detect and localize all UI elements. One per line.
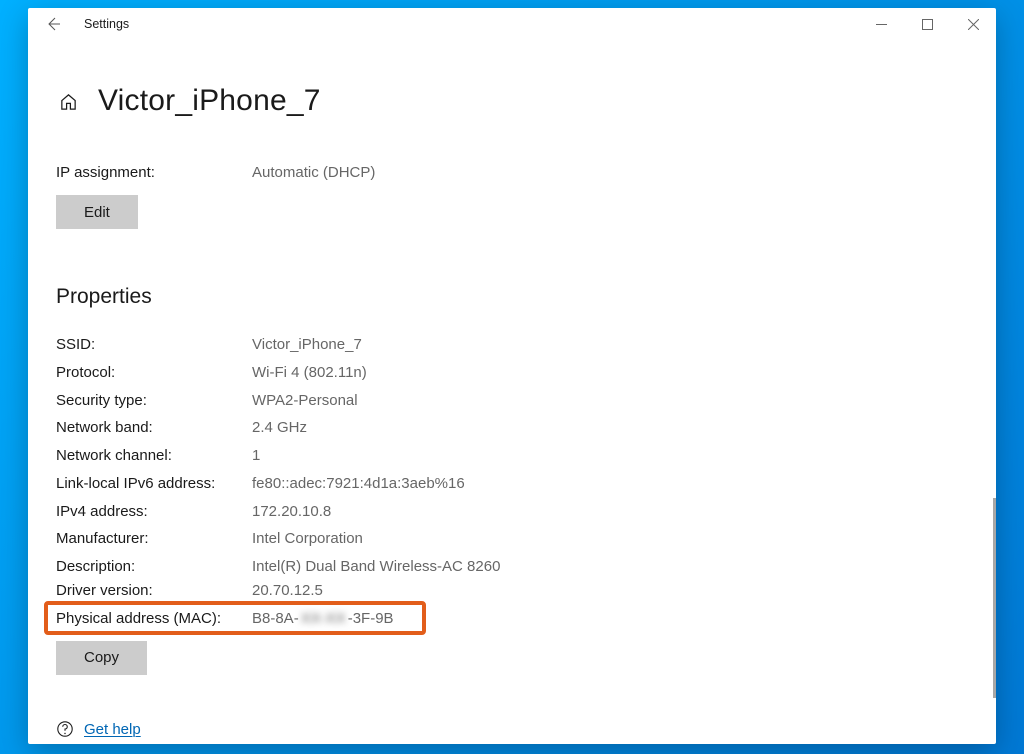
minimize-icon (876, 19, 887, 30)
back-button[interactable] (42, 13, 64, 35)
property-row: Security type:WPA2-Personal (56, 387, 968, 415)
page-title: Victor_iPhone_7 (98, 84, 321, 118)
close-button[interactable] (950, 8, 996, 40)
property-value: Intel(R) Dual Band Wireless-AC 8260 (252, 553, 500, 581)
scrollbar[interactable] (993, 498, 996, 698)
property-value: 1 (252, 442, 260, 470)
property-value: WPA2-Personal (252, 387, 358, 415)
copy-container: Copy (56, 641, 968, 675)
ip-assignment-row: IP assignment: Automatic (DHCP) (56, 164, 968, 181)
property-row: Protocol:Wi-Fi 4 (802.11n) (56, 359, 968, 387)
mac-address-row: Physical address (MAC): B8-8A-XX-XX-3F-9… (56, 605, 968, 633)
window-controls (858, 8, 996, 40)
property-label: Description: (56, 553, 252, 581)
property-row: Driver version:20.70.12.5 (56, 581, 968, 605)
property-row: Link-local IPv6 address:fe80::adec:7921:… (56, 470, 968, 498)
property-row: Network channel:1 (56, 442, 968, 470)
help-text: Get help (84, 721, 141, 738)
help-icon (56, 720, 74, 738)
edit-button[interactable]: Edit (56, 195, 138, 229)
property-label: Link-local IPv6 address: (56, 470, 252, 498)
close-icon (968, 19, 979, 30)
property-row: Description:Intel(R) Dual Band Wireless-… (56, 553, 968, 581)
property-row: Network band:2.4 GHz (56, 414, 968, 442)
property-value: Intel Corporation (252, 525, 363, 553)
get-help-link[interactable]: Get help (56, 720, 141, 738)
properties-list: SSID:Victor_iPhone_7 Protocol:Wi-Fi 4 (8… (56, 331, 968, 633)
property-label: Driver version: (56, 581, 252, 601)
copy-button[interactable]: Copy (56, 641, 147, 675)
maximize-button[interactable] (904, 8, 950, 40)
settings-window: Settings Victor_iPhone_7 IP assignment: … (28, 8, 996, 744)
home-icon[interactable] (58, 91, 78, 111)
ip-assignment-value: Automatic (DHCP) (252, 164, 375, 181)
maximize-icon (922, 19, 933, 30)
window-title: Settings (84, 17, 129, 31)
property-label: Manufacturer: (56, 525, 252, 553)
titlebar: Settings (28, 8, 996, 40)
property-label: IPv4 address: (56, 498, 252, 526)
property-value: Wi-Fi 4 (802.11n) (252, 359, 367, 387)
property-row: Manufacturer:Intel Corporation (56, 525, 968, 553)
ip-assignment-label: IP assignment: (56, 164, 252, 181)
property-row: IPv4 address:172.20.10.8 (56, 498, 968, 526)
property-row: SSID:Victor_iPhone_7 (56, 331, 968, 359)
mac-value: B8-8A-XX-XX-3F-9B (252, 605, 394, 633)
properties-heading: Properties (56, 285, 968, 309)
property-value: 172.20.10.8 (252, 498, 331, 526)
minimize-button[interactable] (858, 8, 904, 40)
mac-label: Physical address (MAC): (56, 605, 252, 633)
property-value: Victor_iPhone_7 (252, 331, 362, 359)
property-label: Network channel: (56, 442, 252, 470)
arrow-left-icon (45, 16, 61, 32)
property-value: 20.70.12.5 (252, 581, 323, 601)
property-label: Network band: (56, 414, 252, 442)
property-label: Security type: (56, 387, 252, 415)
property-value: 2.4 GHz (252, 414, 307, 442)
page-header: Victor_iPhone_7 (56, 84, 968, 118)
property-label: Protocol: (56, 359, 252, 387)
content-area: Victor_iPhone_7 IP assignment: Automatic… (28, 40, 996, 744)
property-label: SSID: (56, 331, 252, 359)
property-value: fe80::adec:7921:4d1a:3aeb%16 (252, 470, 465, 498)
